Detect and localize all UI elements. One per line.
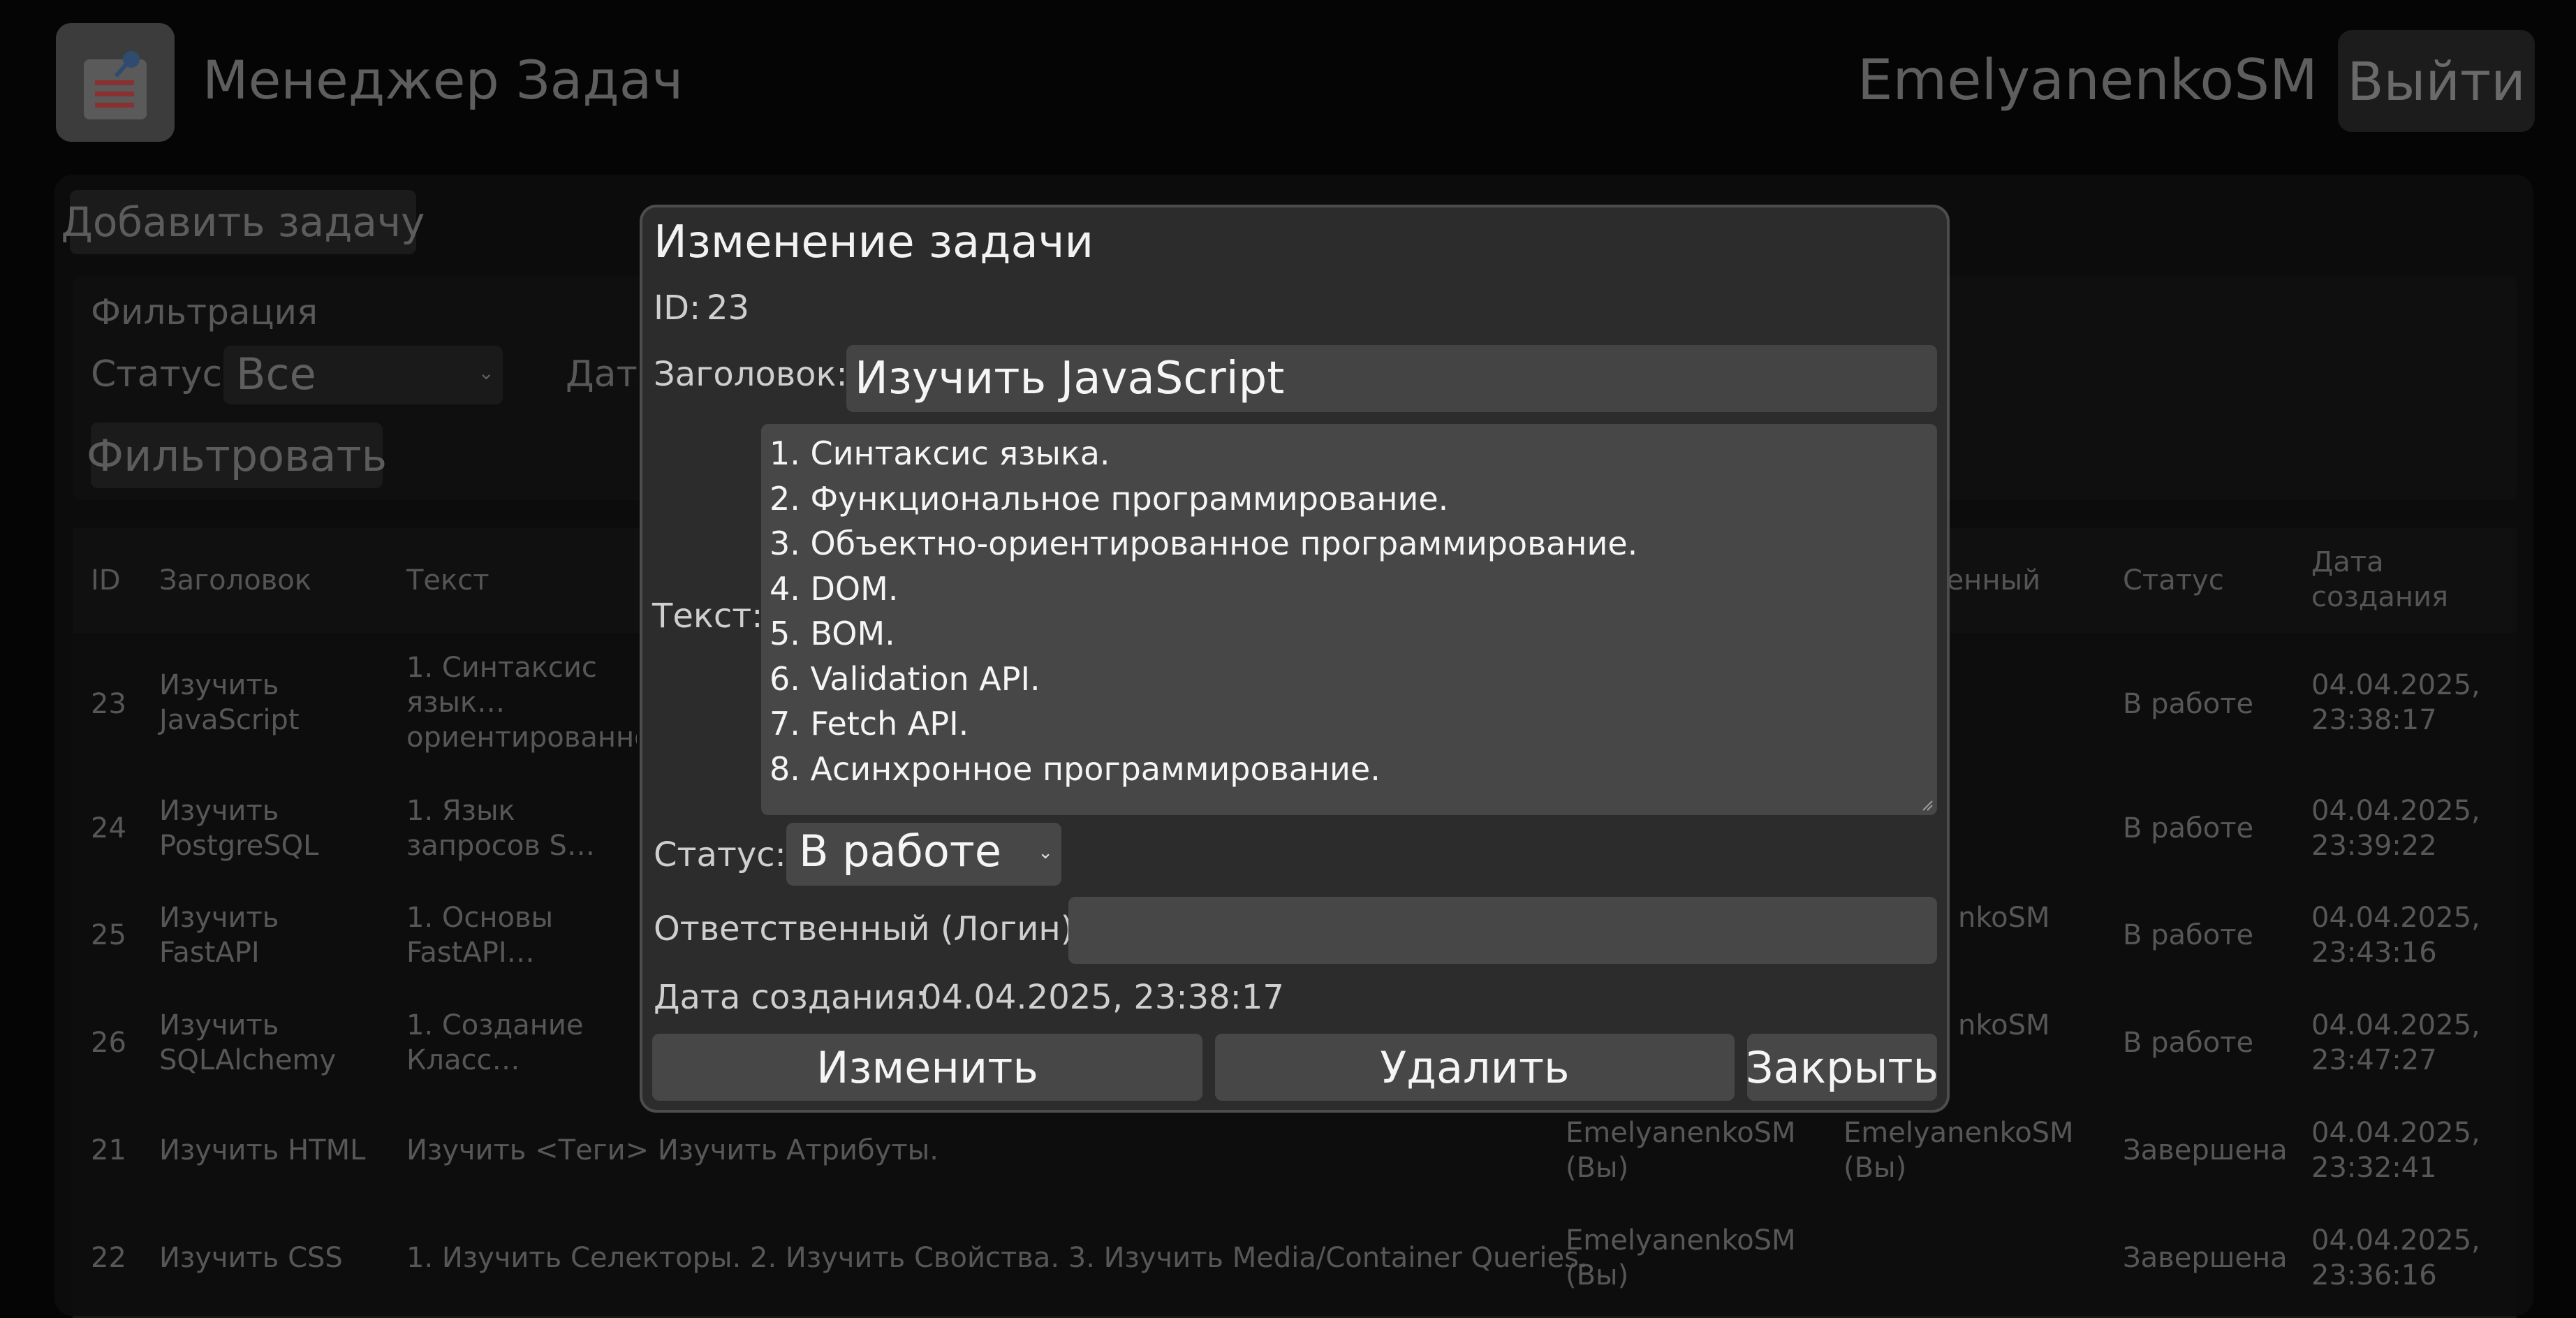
modal-id-label: ID: (654, 288, 701, 328)
modal-status-label: Статус: (654, 835, 786, 874)
resize-handle-icon[interactable] (1920, 798, 1933, 811)
cell-author: EmelyanenkoSM (Вы) (1566, 1224, 1796, 1291)
cell-title: Изучить SQLAlchemy (159, 1009, 337, 1076)
cell-title: Изучить JavaScript (159, 669, 300, 736)
modal-status-select[interactable]: В работе ⌄ (786, 823, 1061, 886)
filter-status-label: Статус: (91, 353, 235, 395)
col-header-status: Статус (2123, 564, 2224, 596)
filter-status-select[interactable]: Все ⌄ (223, 346, 503, 404)
cell-title: Изучить CSS (159, 1242, 343, 1274)
cell-author: EmelyanenkoSM (Вы) (1566, 1117, 1796, 1184)
cell-title: Изучить HTML (159, 1134, 366, 1166)
modal-id-value: 23 (707, 288, 750, 328)
cell-created: 04.04.2025, 23:36:16 (2311, 1224, 2480, 1291)
cell-status: Завершена (2123, 1134, 2288, 1166)
chevron-down-icon: ⌄ (478, 361, 494, 384)
modal-date-value: 04.04.2025, 23:38:17 (920, 978, 1284, 1017)
cell-text: 1. Создание Класс… Моделям. 4. Генер… (406, 1009, 584, 1076)
textarea-line: 4. DOM. (770, 569, 899, 608)
cell-text: 1. Синтаксис язык… ориентированное… Асин… (406, 652, 637, 754)
add-task-button[interactable]: Добавить задачу (61, 190, 425, 254)
col-header-title: Заголовок (159, 564, 311, 596)
col-header-created: Дата создания (2311, 546, 2449, 613)
filter-title: Фильтрация (91, 292, 318, 332)
modal-status-value: В работе (799, 826, 1002, 877)
textarea-line: 5. BOM. (770, 615, 895, 652)
textarea-line: 1. Синтаксис языка. (770, 434, 1110, 472)
modal-title: Изменение задачи (654, 217, 1094, 268)
cell-id: 25 (91, 919, 126, 951)
cell-status: В работе (2123, 1027, 2254, 1059)
modal-text-textarea[interactable]: 1. Синтаксис языка. 2. Функциональное пр… (761, 424, 1937, 815)
cell-title: Изучить PostgreSQL (159, 795, 319, 862)
app-logo-icon (56, 23, 175, 142)
modal-heading-label: Заголовок: (654, 355, 848, 394)
cell-responsible: nkoSM (1958, 1009, 2050, 1041)
table-row[interactable]: 21 Изучить HTML Изучить <Теги> Изучить А… (73, 1097, 2517, 1206)
modal-heading-input[interactable]: Изучить JavaScript (846, 345, 1937, 412)
filter-button[interactable]: Фильтровать (87, 423, 387, 488)
cell-created: 04.04.2025, 23:39:22 (2311, 795, 2480, 862)
col-header-text: Текст (406, 564, 490, 596)
col-header-id: ID (91, 564, 121, 596)
modal-date-label: Дата создания: (654, 978, 927, 1017)
cell-text: Изучить <Теги> Изучить Атрибуты. (406, 1134, 939, 1166)
cell-created: 04.04.2025, 23:38:17 (2311, 669, 2480, 736)
close-button[interactable]: Закрыть (1746, 1034, 1938, 1101)
table-row[interactable]: 22 Изучить CSS 1. Изучить Селекторы. 2. … (73, 1204, 2517, 1318)
current-username: EmelyanenkoSM (1857, 47, 2318, 112)
modal-responsible-input[interactable] (1068, 897, 1937, 964)
cell-id: 26 (91, 1027, 126, 1059)
delete-button[interactable]: Удалить (1215, 1034, 1735, 1101)
cell-title: Изучить FastAPI (159, 902, 279, 969)
cell-responsible: EmelyanenkoSM (Вы) (1843, 1117, 2074, 1184)
logout-button[interactable]: Выйти (2338, 30, 2535, 132)
textarea-line: 2. Функциональное программирование. (770, 479, 1449, 518)
cell-status: В работе (2123, 688, 2254, 720)
modal-responsible-label: Ответственный (Логин): (654, 909, 1085, 949)
cell-status: В работе (2123, 812, 2254, 844)
app-header: Менеджер Задач EmelyanenkoSM Выйти (0, 0, 2576, 168)
cell-status: В работе (2123, 919, 2254, 951)
cell-created: 04.04.2025, 23:47:27 (2311, 1009, 2480, 1076)
textarea-line: 8. Асинхронное программирование. (770, 749, 1381, 788)
cell-text: 1. Основы FastAPI… Запуск сервера. 5… (406, 902, 554, 969)
app-title: Менеджер Задач (203, 49, 684, 111)
textarea-line: 6. Validation API. (770, 659, 1040, 698)
modal-text-label: Текст: (652, 596, 763, 636)
textarea-line: 3. Объектно-ориентированное программиров… (770, 525, 1638, 562)
cell-created: 04.04.2025, 23:32:41 (2311, 1117, 2480, 1184)
cell-status: Завершена (2123, 1242, 2288, 1274)
cell-responsible: nkoSM (1958, 902, 2050, 934)
cell-id: 23 (91, 688, 126, 720)
cell-text: 1. Язык запросов S… PgAdmin4. (406, 795, 595, 862)
cell-id: 22 (91, 1242, 126, 1274)
cell-id: 21 (91, 1134, 126, 1166)
filter-status-value: Все (236, 349, 316, 400)
cell-created: 04.04.2025, 23:43:16 (2311, 902, 2480, 969)
textarea-line: 7. Fetch API. (770, 705, 969, 742)
chevron-down-icon: ⌄ (1038, 842, 1053, 863)
edit-button[interactable]: Изменить (652, 1034, 1202, 1101)
cell-text: 1. Изучить Селекторы. 2. Изучить Свойств… (406, 1242, 1588, 1274)
cell-id: 24 (91, 812, 126, 844)
